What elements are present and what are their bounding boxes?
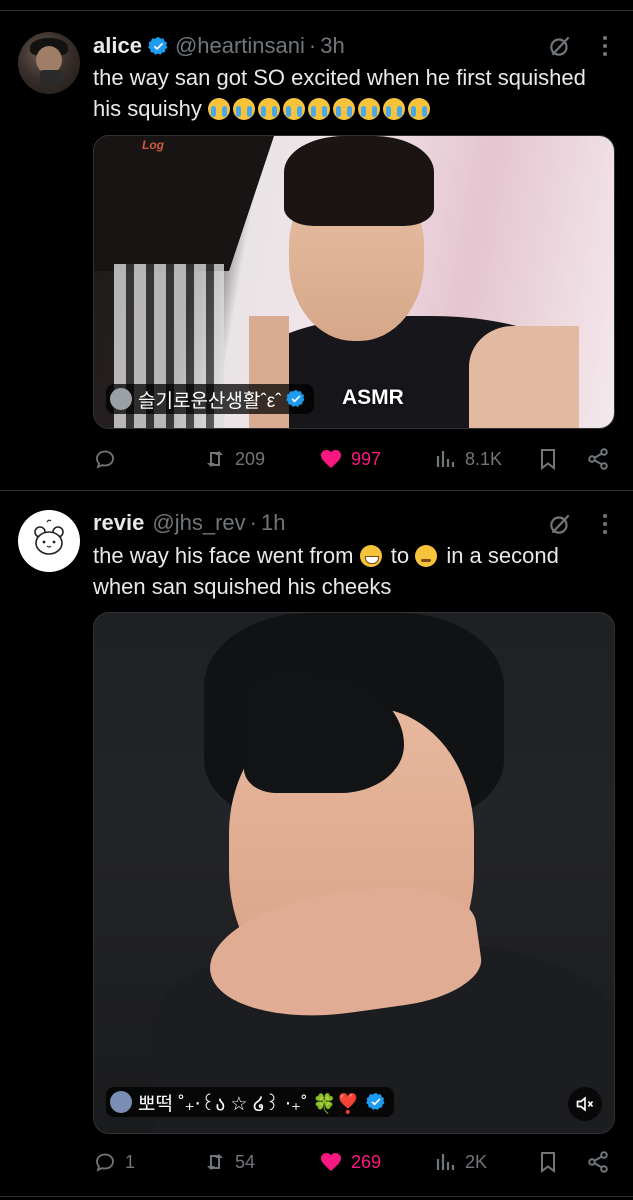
display-name[interactable]: revie (93, 510, 144, 536)
like-button[interactable]: 997 (319, 447, 381, 471)
angry-face-icon (415, 545, 438, 567)
reply-button[interactable]: 1 (93, 1150, 135, 1174)
views-button[interactable]: 8.1K (433, 447, 502, 471)
reply-icon (96, 1153, 114, 1172)
tweet-text: the way san got SO excited when he first… (93, 62, 608, 124)
more-options-icon[interactable] (601, 513, 609, 535)
tweet[interactable]: revie @jhs_rev · 1h the way his face wen… (0, 508, 633, 1188)
verified-badge-icon (366, 1092, 385, 1110)
retweet-icon (207, 451, 223, 467)
retweet-button[interactable]: 209 (203, 447, 265, 471)
speaker-muted-icon (576, 1096, 594, 1112)
retweet-count: 54 (235, 1151, 256, 1172)
heart-filled-icon (321, 1153, 341, 1171)
loudly-crying-face-icon (207, 98, 230, 120)
bear-avatar-icon (34, 519, 64, 555)
bottom-divider (0, 1196, 633, 1197)
share-icon[interactable] (586, 447, 610, 471)
loudly-crying-face-icon (307, 98, 330, 120)
like-button[interactable]: 269 (319, 1150, 381, 1174)
source-account-tag[interactable]: 슬기로운산생활ˆεˆ (106, 384, 314, 414)
grok-icon[interactable] (547, 511, 573, 537)
retweet-count: 209 (235, 448, 266, 469)
tweet-header: alice @heartinsani · 3h (93, 31, 345, 61)
share-icon[interactable] (586, 1150, 610, 1174)
awning-shape (94, 136, 274, 271)
verified-badge-icon (285, 389, 304, 407)
mute-button[interactable] (568, 1087, 602, 1121)
like-count: 997 (351, 448, 382, 469)
tweet-text-part: the way his face went from (93, 543, 354, 568)
more-options-icon[interactable] (601, 35, 609, 57)
display-name[interactable]: alice (93, 33, 142, 59)
loudly-crying-face-icon (357, 98, 380, 120)
avatar[interactable] (18, 32, 80, 94)
reply-icon (96, 450, 114, 469)
tag-avatar (110, 388, 132, 410)
user-handle[interactable]: @jhs_rev (152, 510, 245, 536)
loudly-crying-face-icon (232, 98, 255, 120)
top-divider (0, 10, 633, 11)
loudly-crying-face-icon (282, 98, 305, 120)
view-count: 2K (465, 1151, 488, 1172)
tweet-divider (0, 490, 633, 491)
views-button[interactable]: 2K (433, 1150, 487, 1174)
loudly-crying-face-icon (407, 98, 430, 120)
crying-emoji-row (207, 96, 433, 121)
tweet-text-part: to (390, 543, 410, 568)
verified-badge-icon (148, 36, 168, 55)
bookmark-icon[interactable] (536, 447, 560, 471)
reply-count: 1 (125, 1151, 136, 1172)
views-chart-icon (436, 451, 455, 467)
loudly-crying-face-icon (257, 98, 280, 120)
tweet-actions: 209 997 8.1K (93, 447, 613, 475)
watermark-text: Log (142, 138, 164, 152)
separator-dot: · (308, 33, 317, 58)
tweet-actions: 1 54 269 2K (93, 1150, 613, 1178)
video-caption: ASMR (342, 386, 404, 409)
tweet[interactable]: alice @heartinsani · 3h the way san got … (0, 30, 633, 485)
timestamp[interactable]: 3h (320, 33, 344, 59)
like-count: 269 (351, 1151, 382, 1172)
timestamp[interactable]: 1h (261, 510, 285, 536)
source-account-name: 슬기로운산생활ˆεˆ (138, 390, 282, 412)
tweet-video[interactable]: Log 슬기로운산생활ˆεˆ ASMR (93, 135, 615, 429)
views-chart-icon (436, 1154, 455, 1170)
source-account-tag[interactable]: 뽀떡 ˚₊‧꒰ა ☆ ໒꒱ ‧₊˚ 🍀❣️ (106, 1087, 395, 1117)
avatar[interactable] (18, 510, 80, 572)
tweet-video[interactable]: 뽀떡 ˚₊‧꒰ა ☆ ໒꒱ ‧₊˚ 🍀❣️ (93, 612, 615, 1134)
view-count: 8.1K (465, 448, 503, 469)
heart-filled-icon (321, 450, 341, 468)
tweet-text: the way his face went from to in a secon… (93, 540, 608, 602)
retweet-button[interactable]: 54 (203, 1150, 255, 1174)
bookmark-icon[interactable] (536, 1150, 560, 1174)
grinning-face-icon (359, 545, 382, 567)
source-account-name: 뽀떡 ˚₊‧꒰ა ☆ ໒꒱ ‧₊˚ 🍀❣️ (138, 1093, 361, 1115)
loudly-crying-face-icon (332, 98, 355, 120)
user-handle[interactable]: @heartinsani (175, 33, 305, 59)
separator-dot: · (249, 510, 257, 535)
tweet-header: revie @jhs_rev · 1h (93, 508, 285, 538)
retweet-icon (207, 1154, 223, 1170)
tag-avatar (110, 1091, 132, 1113)
grok-icon[interactable] (547, 33, 573, 59)
reply-button[interactable] (93, 447, 125, 471)
loudly-crying-face-icon (382, 98, 405, 120)
